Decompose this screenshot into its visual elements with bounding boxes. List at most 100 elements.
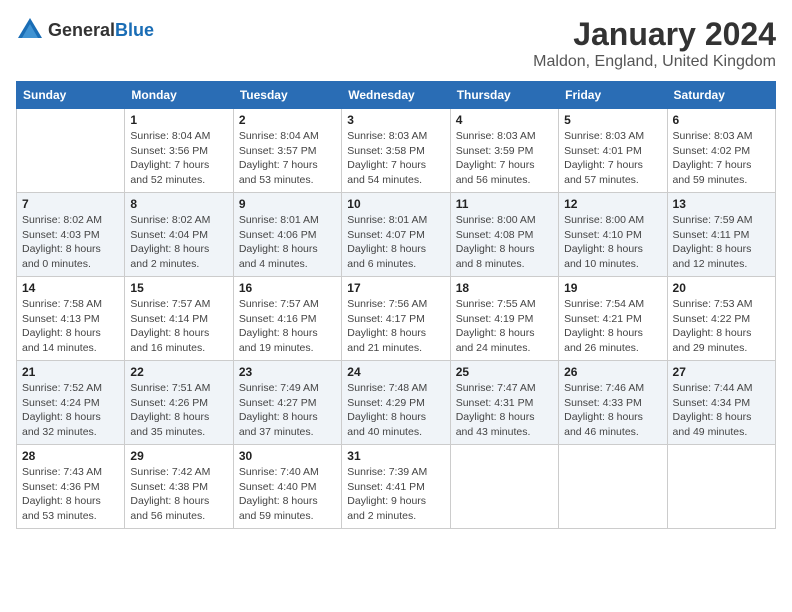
calendar-cell: 24 Sunrise: 7:48 AMSunset: 4:29 PMDayligh… (342, 361, 450, 445)
day-number: 8 (130, 197, 227, 211)
day-number: 24 (347, 365, 444, 379)
calendar-cell: 13Sunrise: 7:59 AMSunset: 4:11 PMDayligh… (667, 193, 775, 277)
calendar-cell: 3Sunrise: 8:03 AMSunset: 3:58 PMDaylight… (342, 109, 450, 193)
calendar-cell: 20Sunrise: 7:53 AMSunset: 4:22 PMDayligh… (667, 277, 775, 361)
cell-text: Sunrise: 7:44 AMSunset: 4:34 PMDaylight:… (673, 381, 770, 440)
calendar-cell: 9 Sunrise: 8:01 AMSunset: 4:06 PMDaylight… (233, 193, 341, 277)
calendar-cell: 22Sunrise: 7:51 AMSunset: 4:26 PMDayligh… (125, 361, 233, 445)
calendar-row-1: 7 Sunrise: 8:02 AMSunset: 4:03 PMDaylight… (17, 193, 776, 277)
cell-text: Sunrise: 7:57 AMSunset: 4:16 PMDaylight:… (239, 297, 336, 356)
day-number: 22 (130, 365, 227, 379)
header-cell-tuesday: Tuesday (233, 82, 341, 109)
calendar-cell: 12 Sunrise: 8:00 AMSunset: 4:10 PMDayligh… (559, 193, 667, 277)
cell-text: Sunrise: 8:03 AMSunset: 4:01 PMDaylight:… (564, 129, 661, 188)
calendar-cell: 4 Sunrise: 8:03 AMSunset: 3:59 PMDaylight… (450, 109, 558, 193)
day-number: 30 (239, 449, 336, 463)
calendar-cell: 23Sunrise: 7:49 AMSunset: 4:27 PMDayligh… (233, 361, 341, 445)
calendar-cell (667, 445, 775, 529)
cell-text: Sunrise: 7:54 AMSunset: 4:21 PMDaylight:… (564, 297, 661, 356)
header-cell-saturday: Saturday (667, 82, 775, 109)
day-number: 31 (347, 449, 444, 463)
location-title: Maldon, England, United Kingdom (533, 53, 776, 71)
day-number: 14 (22, 281, 119, 295)
month-title: January 2024 (533, 16, 776, 53)
calendar-cell: 31 Sunrise: 7:39 AMSunset: 4:41 PMDayligh… (342, 445, 450, 529)
calendar-cell: 18 Sunrise: 7:55 AMSunset: 4:19 PMDayligh… (450, 277, 558, 361)
logo-icon (16, 16, 44, 44)
calendar-cell: 14 Sunrise: 7:58 AMSunset: 4:13 PMDayligh… (17, 277, 125, 361)
title-area: January 2024 Maldon, England, United Kin… (533, 16, 776, 71)
calendar-row-4: 28Sunrise: 7:43 AMSunset: 4:36 PMDayligh… (17, 445, 776, 529)
calendar-cell: 7 Sunrise: 8:02 AMSunset: 4:03 PMDaylight… (17, 193, 125, 277)
calendar-row-2: 14 Sunrise: 7:58 AMSunset: 4:13 PMDayligh… (17, 277, 776, 361)
calendar-cell (450, 445, 558, 529)
header-cell-friday: Friday (559, 82, 667, 109)
page-header: GeneralBlue January 2024 Maldon, England… (16, 16, 776, 71)
calendar-cell (559, 445, 667, 529)
cell-text: Sunrise: 7:47 AMSunset: 4:31 PMDaylight:… (456, 381, 553, 440)
day-number: 29 (130, 449, 227, 463)
logo-text-general: General (48, 20, 115, 40)
cell-text: Sunrise: 8:03 AMSunset: 3:58 PMDaylight:… (347, 129, 444, 188)
day-number: 26 (564, 365, 661, 379)
cell-text: Sunrise: 7:40 AMSunset: 4:40 PMDaylight:… (239, 465, 336, 524)
calendar-row-3: 21 Sunrise: 7:52 AMSunset: 4:24 PMDayligh… (17, 361, 776, 445)
calendar-cell: 21 Sunrise: 7:52 AMSunset: 4:24 PMDayligh… (17, 361, 125, 445)
cell-text: Sunrise: 8:02 AMSunset: 4:04 PMDaylight:… (130, 213, 227, 272)
cell-text: Sunrise: 8:02 AMSunset: 4:03 PMDaylight:… (22, 213, 119, 272)
cell-text: Sunrise: 7:49 AMSunset: 4:27 PMDaylight:… (239, 381, 336, 440)
day-number: 9 (239, 197, 336, 211)
cell-text: Sunrise: 7:42 AMSunset: 4:38 PMDaylight:… (130, 465, 227, 524)
cell-text: Sunrise: 8:03 AMSunset: 3:59 PMDaylight:… (456, 129, 553, 188)
day-number: 18 (456, 281, 553, 295)
day-number: 27 (673, 365, 770, 379)
calendar-cell: 15Sunrise: 7:57 AMSunset: 4:14 PMDayligh… (125, 277, 233, 361)
calendar-cell: 25Sunrise: 7:47 AMSunset: 4:31 PMDayligh… (450, 361, 558, 445)
calendar-cell: 11 Sunrise: 8:00 AMSunset: 4:08 PMDayligh… (450, 193, 558, 277)
cell-text: Sunrise: 8:00 AMSunset: 4:08 PMDaylight:… (456, 213, 553, 272)
cell-text: Sunrise: 8:01 AMSunset: 4:06 PMDaylight:… (239, 213, 336, 272)
calendar-cell: 10 Sunrise: 8:01 AMSunset: 4:07 PMDayligh… (342, 193, 450, 277)
calendar-cell: 28Sunrise: 7:43 AMSunset: 4:36 PMDayligh… (17, 445, 125, 529)
calendar-cell: 5 Sunrise: 8:03 AMSunset: 4:01 PMDaylight… (559, 109, 667, 193)
calendar-cell: 26 Sunrise: 7:46 AMSunset: 4:33 PMDayligh… (559, 361, 667, 445)
calendar-cell (17, 109, 125, 193)
day-number: 19 (564, 281, 661, 295)
calendar-cell: 29 Sunrise: 7:42 AMSunset: 4:38 PMDayligh… (125, 445, 233, 529)
day-number: 4 (456, 113, 553, 127)
day-number: 13 (673, 197, 770, 211)
cell-text: Sunrise: 8:01 AMSunset: 4:07 PMDaylight:… (347, 213, 444, 272)
cell-text: Sunrise: 7:43 AMSunset: 4:36 PMDaylight:… (22, 465, 119, 524)
calendar-cell: 19 Sunrise: 7:54 AMSunset: 4:21 PMDayligh… (559, 277, 667, 361)
logo: GeneralBlue (16, 16, 154, 44)
cell-text: Sunrise: 7:52 AMSunset: 4:24 PMDaylight:… (22, 381, 119, 440)
cell-text: Sunrise: 8:04 AMSunset: 3:57 PMDaylight:… (239, 129, 336, 188)
day-number: 5 (564, 113, 661, 127)
header-cell-thursday: Thursday (450, 82, 558, 109)
cell-text: Sunrise: 7:46 AMSunset: 4:33 PMDaylight:… (564, 381, 661, 440)
calendar-cell: 1 Sunrise: 8:04 AMSunset: 3:56 PMDaylight… (125, 109, 233, 193)
day-number: 17 (347, 281, 444, 295)
cell-text: Sunrise: 8:04 AMSunset: 3:56 PMDaylight:… (130, 129, 227, 188)
day-number: 21 (22, 365, 119, 379)
cell-text: Sunrise: 8:00 AMSunset: 4:10 PMDaylight:… (564, 213, 661, 272)
calendar-cell: 2Sunrise: 8:04 AMSunset: 3:57 PMDaylight… (233, 109, 341, 193)
cell-text: Sunrise: 7:58 AMSunset: 4:13 PMDaylight:… (22, 297, 119, 356)
header-cell-wednesday: Wednesday (342, 82, 450, 109)
calendar-cell: 27 Sunrise: 7:44 AMSunset: 4:34 PMDayligh… (667, 361, 775, 445)
day-number: 6 (673, 113, 770, 127)
header-cell-monday: Monday (125, 82, 233, 109)
day-number: 1 (130, 113, 227, 127)
cell-text: Sunrise: 8:03 AMSunset: 4:02 PMDaylight:… (673, 129, 770, 188)
cell-text: Sunrise: 7:55 AMSunset: 4:19 PMDaylight:… (456, 297, 553, 356)
cell-text: Sunrise: 7:48 AMSunset: 4:29 PMDaylight:… (347, 381, 444, 440)
day-number: 15 (130, 281, 227, 295)
header-row: SundayMondayTuesdayWednesdayThursdayFrid… (17, 82, 776, 109)
day-number: 10 (347, 197, 444, 211)
cell-text: Sunrise: 7:56 AMSunset: 4:17 PMDaylight:… (347, 297, 444, 356)
day-number: 11 (456, 197, 553, 211)
day-number: 7 (22, 197, 119, 211)
cell-text: Sunrise: 7:39 AMSunset: 4:41 PMDaylight:… (347, 465, 444, 524)
logo-text-blue: Blue (115, 20, 154, 40)
day-number: 12 (564, 197, 661, 211)
